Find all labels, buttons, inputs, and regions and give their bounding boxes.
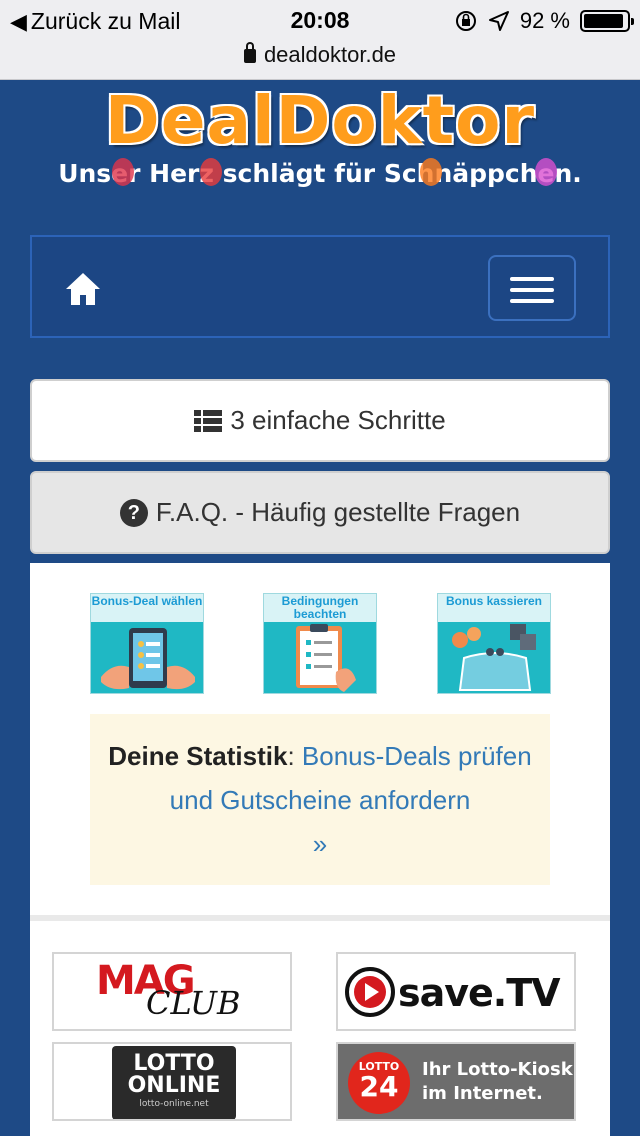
- sponsor-savetv[interactable]: save.TV: [336, 952, 576, 1031]
- menu-toggle-button[interactable]: [488, 255, 576, 321]
- lotto-online-logo: LOTTO ONLINE lotto-online.net: [112, 1046, 236, 1119]
- stats-prefix: Deine Statistik: [108, 741, 288, 771]
- balloon-decoration: [200, 158, 222, 186]
- logo-title: DealDoktor: [104, 82, 536, 159]
- lock-icon: [243, 42, 256, 63]
- sponsors-panel: MAG CLUB save.TV LOTTO ONLINE lotto-onli…: [30, 921, 610, 1136]
- lotto24-line1: Ihr Lotto-Kiosk: [422, 1059, 573, 1080]
- status-icons: 92 %: [454, 8, 634, 34]
- lotto-online-line2: ONLINE: [127, 1073, 221, 1098]
- statistics-box: Deine Statistik: Bonus-Deals prüfen und …: [90, 714, 550, 885]
- stats-separator: :: [287, 741, 295, 771]
- sponsor-magclub[interactable]: MAG CLUB: [52, 952, 292, 1031]
- hamburger-line: [510, 288, 554, 292]
- step-label: Bedingungen beachten: [264, 594, 376, 622]
- battery-icon: [580, 10, 634, 32]
- hamburger-line: [510, 299, 554, 303]
- url-text: dealdoktor.de: [263, 42, 397, 67]
- battery-percent: 92 %: [519, 8, 570, 33]
- tablet-hands-icon: [101, 628, 195, 690]
- balloon-decoration: [420, 158, 442, 186]
- three-steps-button[interactable]: 3 einfache Schritte: [30, 379, 610, 462]
- faq-label: F.A.Q. - Häufig gestellte Fragen: [155, 497, 521, 527]
- lotto24-badge: LOTTO 24: [348, 1052, 410, 1114]
- step-bonus-deal-waehlen[interactable]: Bonus-Deal wählen: [90, 593, 204, 694]
- bonus-deals-arrow-link[interactable]: »: [313, 829, 327, 859]
- wallet-coins-icon: [452, 624, 536, 691]
- party-hat-decoration: [535, 158, 557, 186]
- hamburger-line: [510, 277, 554, 281]
- steps-panel: Bonus-Deal wählen Bedingungen beachten B…: [30, 563, 610, 915]
- lotto24-banner: LOTTO 24 Ihr Lotto-Kiosk im Internet.: [338, 1044, 574, 1119]
- savetv-text: save.TV: [398, 971, 561, 1015]
- main-navbar: [30, 235, 610, 338]
- sponsor-lotto-online[interactable]: LOTTO ONLINE lotto-online.net: [52, 1042, 292, 1121]
- url-bar[interactable]: dealdoktor.de: [0, 42, 640, 68]
- question-circle-icon: ?: [119, 498, 148, 527]
- play-button-icon: [345, 967, 395, 1017]
- battery-fill: [584, 14, 623, 28]
- step-bedingungen-beachten[interactable]: Bedingungen beachten: [263, 593, 377, 694]
- lotto24-line2: im Internet.: [422, 1083, 543, 1104]
- three-steps-label: 3 einfache Schritte: [230, 405, 446, 435]
- balloon-decoration: [112, 158, 134, 186]
- clipboard-checklist-icon: [296, 624, 356, 692]
- home-icon[interactable]: [64, 270, 102, 308]
- lotto-online-domain: lotto-online.net: [139, 1099, 209, 1109]
- magclub-club-text: CLUB: [146, 984, 241, 1022]
- lotto24-text: Ihr Lotto-Kiosk im Internet.: [422, 1058, 573, 1106]
- list-icon: [194, 409, 223, 432]
- site-logo[interactable]: DealDoktor Unser Herz schlägt für Schnäp…: [0, 80, 640, 200]
- rotation-lock-icon: [455, 11, 476, 31]
- browser-status-bar: ◀ Zurück zu Mail 20:08 92 % dealdoktor.d…: [0, 0, 640, 80]
- location-arrow-icon: [488, 11, 509, 31]
- sponsor-lotto24[interactable]: LOTTO 24 Ihr Lotto-Kiosk im Internet.: [336, 1042, 576, 1121]
- step-bonus-kassieren[interactable]: Bonus kassieren: [437, 593, 551, 694]
- lotto24-badge-number: 24: [359, 1070, 399, 1103]
- step-label: Bonus-Deal wählen: [91, 594, 203, 622]
- step-label: Bonus kassieren: [438, 594, 550, 622]
- faq-button[interactable]: ? F.A.Q. - Häufig gestellte Fragen: [30, 471, 610, 554]
